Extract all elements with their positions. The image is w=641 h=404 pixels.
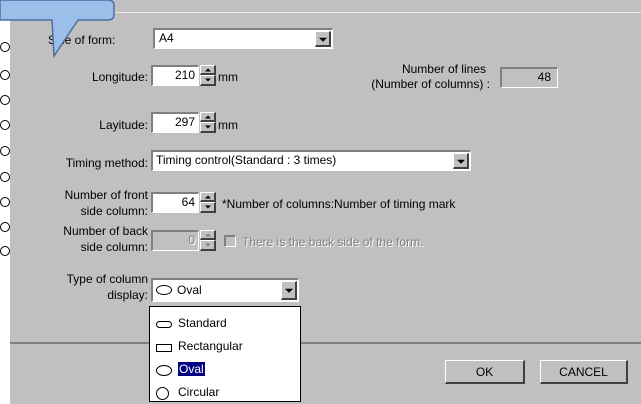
layitude-input[interactable]: 297 [151, 112, 199, 133]
front-up-button[interactable] [200, 192, 216, 202]
back-column-value: 0 [188, 233, 195, 247]
chevron-down-icon [284, 288, 293, 293]
back-down-button [200, 240, 216, 251]
binder-ring-icon [0, 222, 10, 232]
column-type-dropdown-button[interactable] [281, 281, 297, 300]
size-of-form-select[interactable]: A4 [153, 28, 333, 49]
chevron-down-icon [318, 37, 327, 42]
chevron-down-icon [456, 159, 465, 164]
front-column-label-line1: Number of front [64, 188, 148, 202]
binder-ring-icon [0, 146, 10, 156]
layitude-spinner[interactable] [200, 112, 216, 133]
timing-method-select[interactable]: Timing control(Standard : 3 times) [151, 150, 471, 171]
back-up-button [200, 230, 216, 240]
option-standard-label: Standard [178, 316, 227, 330]
layitude-unit: mm [218, 118, 238, 132]
longitude-label: Longitude: [91, 70, 148, 84]
longitude-unit: mm [218, 70, 238, 84]
rectangle-shape-icon [156, 344, 172, 352]
callout-bubble [0, 0, 115, 59]
layitude-down-button[interactable] [200, 122, 216, 133]
back-column-label-line2: side column: [80, 240, 148, 254]
front-down-button[interactable] [200, 202, 216, 213]
front-column-value: 64 [181, 195, 195, 209]
standard-shape-icon [156, 321, 172, 328]
number-of-lines-value: 48 [537, 70, 551, 84]
arrow-up-icon [204, 233, 211, 236]
binder-ring-icon [0, 246, 10, 256]
binder-ring-icon [0, 120, 10, 130]
number-of-columns-label: (Number of columns) : [371, 77, 490, 91]
size-dropdown-button[interactable] [315, 31, 331, 47]
option-rectangular[interactable]: Rectangular [156, 336, 296, 358]
binder-ring-icon [0, 172, 10, 182]
front-column-input[interactable]: 64 [151, 192, 199, 213]
option-circular[interactable]: Circular [156, 382, 296, 401]
column-type-label-line2: display: [107, 288, 148, 302]
oval-shape-icon [156, 285, 172, 295]
back-column-input: 0 [151, 230, 199, 251]
size-of-form-value: A4 [159, 31, 174, 45]
front-column-label-line2: side column: [80, 204, 148, 218]
longitude-value: 210 [174, 68, 195, 82]
arrow-down-icon [204, 205, 211, 209]
option-oval[interactable]: Oval [156, 359, 296, 381]
column-type-label-line1: Type of column [66, 272, 148, 286]
ok-button[interactable]: OK [445, 360, 525, 384]
binder-ring-icon [0, 70, 10, 80]
arrow-down-icon [204, 125, 211, 129]
column-type-select[interactable]: Oval [151, 278, 299, 302]
back-side-checkbox-label: There is the back side of the form. [242, 235, 424, 249]
front-column-spinner[interactable] [200, 192, 216, 213]
form-settings-dialog: Size of form: A4 Longitude: 210 mm Numbe… [10, 0, 641, 404]
longitude-down-button[interactable] [200, 75, 216, 86]
binder-ring-icon [0, 197, 10, 207]
layitude-up-button[interactable] [200, 112, 216, 122]
longitude-up-button[interactable] [200, 65, 216, 75]
option-standard[interactable]: Standard [156, 313, 296, 335]
layitude-value: 297 [174, 115, 195, 129]
arrow-down-icon [204, 243, 211, 247]
arrow-up-icon [204, 68, 211, 71]
column-type-dropdown-list: Standard Rectangular Oval Circular [149, 306, 301, 402]
binder-ring-icon [0, 95, 10, 105]
longitude-spinner[interactable] [200, 65, 216, 86]
option-oval-label: Oval [178, 362, 205, 376]
oval-shape-icon [156, 365, 172, 376]
arrow-up-icon [204, 195, 211, 198]
timing-method-label: Timing method: [65, 156, 148, 170]
number-of-lines-field: 48 [500, 67, 558, 88]
option-circular-label: Circular [178, 385, 220, 399]
circle-shape-icon [156, 387, 169, 400]
number-of-lines-label: Number of lines [401, 62, 486, 76]
layitude-label: Layitude: [99, 118, 148, 132]
back-column-spinner [200, 230, 216, 251]
column-type-value: Oval [177, 283, 202, 297]
option-rectangular-label: Rectangular [178, 339, 243, 353]
timing-dropdown-button[interactable] [453, 153, 469, 169]
back-side-checkbox [224, 235, 236, 247]
button-panel: OK CANCEL [10, 342, 641, 404]
arrow-up-icon [204, 115, 211, 118]
cancel-button[interactable]: CANCEL [540, 360, 628, 384]
timing-method-value: Timing control(Standard : 3 times) [156, 153, 337, 167]
longitude-input[interactable]: 210 [151, 65, 199, 86]
front-column-note: *Number of columns:Number of timing mark [222, 197, 456, 211]
back-column-label-line1: Number of back [63, 224, 148, 238]
arrow-down-icon [204, 78, 211, 82]
